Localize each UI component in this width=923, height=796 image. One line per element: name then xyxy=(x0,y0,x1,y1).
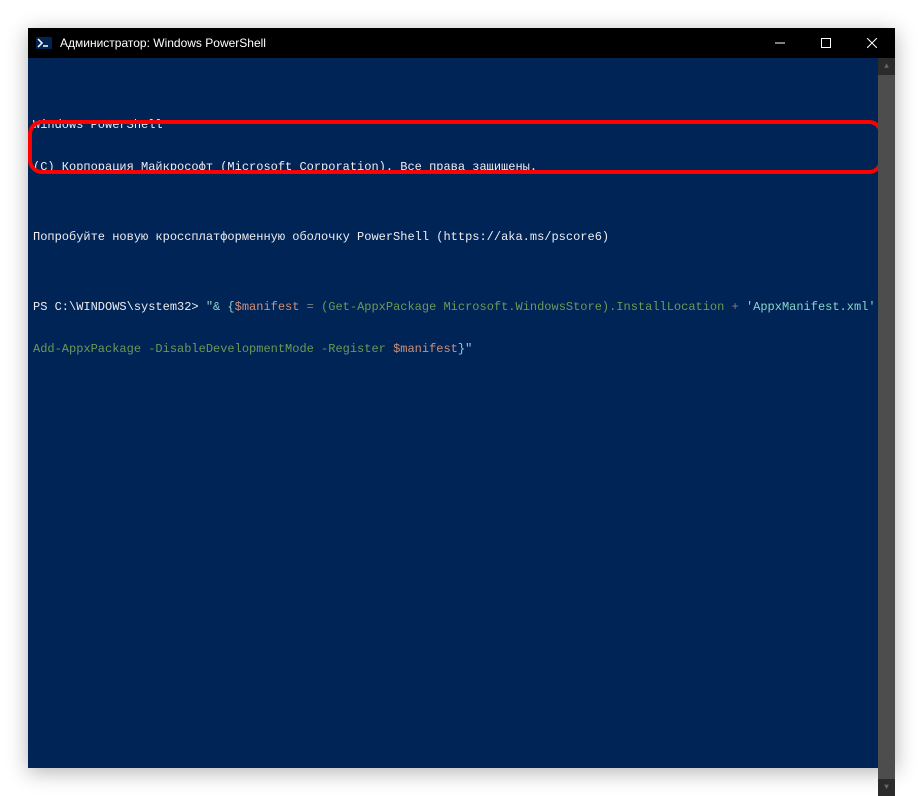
scrollbar-down-arrow[interactable]: ▼ xyxy=(878,779,895,796)
minimize-button[interactable] xyxy=(757,28,803,58)
cmd-segment: Add-AppxPackage -DisableDevelopmentMode … xyxy=(33,342,393,356)
terminal-line: Windows PowerShell xyxy=(33,118,891,132)
powershell-icon xyxy=(36,35,52,51)
terminal-command-line: Add-AppxPackage -DisableDevelopmentMode … xyxy=(33,342,891,356)
prompt-text: PS C:\WINDOWS\system32> xyxy=(33,300,206,314)
close-button[interactable] xyxy=(849,28,895,58)
terminal-output[interactable]: Windows PowerShell (C) Корпорация Майкро… xyxy=(28,58,895,768)
vertical-scrollbar[interactable]: ▲ ▼ xyxy=(878,58,895,796)
cmd-variable: $manifest xyxy=(235,300,300,314)
terminal-line: Попробуйте новую кроссплатформенную обол… xyxy=(33,230,891,244)
maximize-button[interactable] xyxy=(803,28,849,58)
cmd-segment: "& { xyxy=(206,300,235,314)
cmd-segment: = xyxy=(299,300,321,314)
cmd-string: 'AppxManifest.xml' xyxy=(746,300,876,314)
powershell-window: Администратор: Windows PowerShell Window… xyxy=(28,28,895,768)
cmd-segment: (Get-AppxPackage Microsoft.WindowsStore)… xyxy=(321,300,724,314)
terminal-command-line: PS C:\WINDOWS\system32> "& {$manifest = … xyxy=(33,300,891,314)
cmd-segment: + xyxy=(724,300,746,314)
scrollbar-thumb[interactable] xyxy=(878,75,895,779)
cmd-segment: }" xyxy=(458,342,472,356)
cmd-variable: $manifest xyxy=(393,342,458,356)
window-controls xyxy=(757,28,895,58)
scrollbar-up-arrow[interactable]: ▲ xyxy=(878,58,895,75)
window-title: Администратор: Windows PowerShell xyxy=(60,36,757,50)
terminal-line: (C) Корпорация Майкрософт (Microsoft Cor… xyxy=(33,160,891,174)
titlebar[interactable]: Администратор: Windows PowerShell xyxy=(28,28,895,58)
